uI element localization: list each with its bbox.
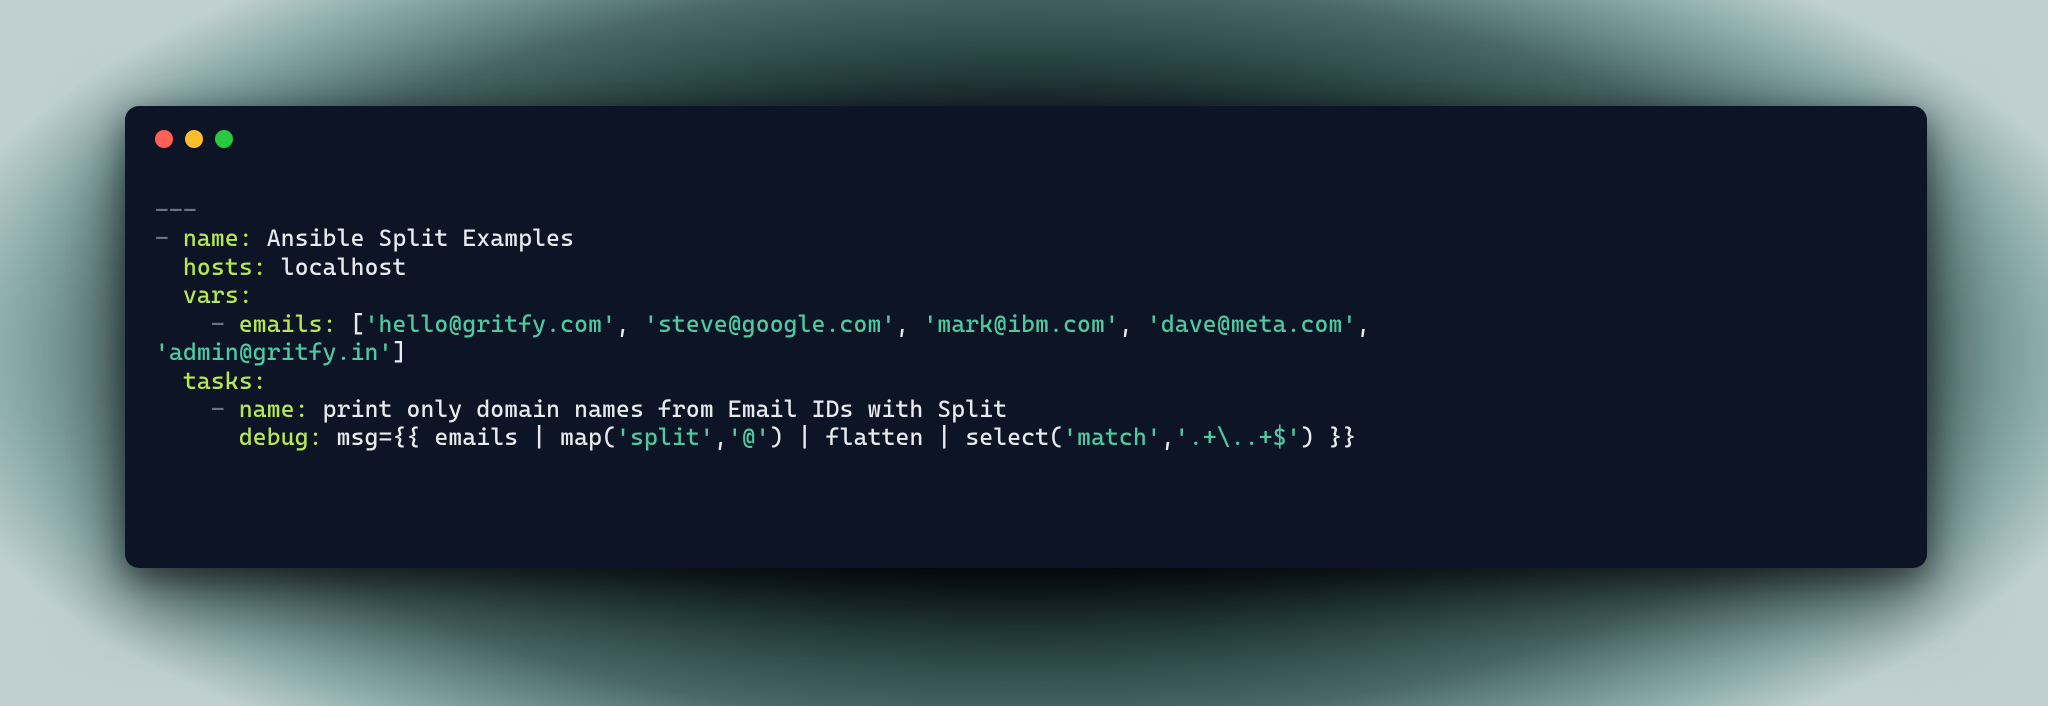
email-4: 'dave@meta.com' bbox=[1147, 310, 1357, 338]
val-name1: Ansible Split Examples bbox=[253, 224, 574, 252]
str-regex: '.+\..+$' bbox=[1175, 423, 1301, 451]
comma: , bbox=[714, 423, 728, 451]
key-hosts: hosts: bbox=[183, 253, 267, 281]
str-split: 'split' bbox=[616, 423, 714, 451]
maximize-icon[interactable] bbox=[215, 130, 233, 148]
open-brace: {{ bbox=[393, 423, 435, 451]
email-3: 'mark@ibm.com' bbox=[923, 310, 1119, 338]
indent bbox=[155, 367, 183, 395]
email-2: 'steve@google.com' bbox=[644, 310, 895, 338]
email-5: 'admin@gritfy.in' bbox=[155, 338, 392, 366]
dash: - bbox=[155, 224, 183, 252]
comma: , bbox=[1356, 310, 1384, 338]
msg-eq: msg= bbox=[323, 423, 393, 451]
close-paren: ) bbox=[770, 423, 784, 451]
indent bbox=[155, 281, 183, 309]
comma: , bbox=[895, 310, 923, 338]
key-tasks: tasks: bbox=[183, 367, 267, 395]
indent bbox=[155, 253, 183, 281]
key-vars: vars: bbox=[183, 281, 253, 309]
key-debug: debug: bbox=[239, 423, 323, 451]
str-match: 'match' bbox=[1063, 423, 1161, 451]
code-window: --- - name: Ansible Split Examples hosts… bbox=[125, 106, 1927, 568]
val-hosts: localhost bbox=[267, 253, 407, 281]
key-name: name: bbox=[183, 224, 253, 252]
comma: , bbox=[1119, 310, 1147, 338]
minimize-icon[interactable] bbox=[185, 130, 203, 148]
yaml-dashes: --- bbox=[155, 196, 197, 224]
comma: , bbox=[1161, 423, 1175, 451]
pipe-flatten: | flatten | select( bbox=[784, 423, 1063, 451]
close-brace: }} bbox=[1315, 423, 1357, 451]
val-name2: print only domain names from Email IDs w… bbox=[309, 395, 1007, 423]
pipe-map: | map( bbox=[518, 423, 616, 451]
close-icon[interactable] bbox=[155, 130, 173, 148]
bracket-open: [ bbox=[337, 310, 365, 338]
key-emails: emails: bbox=[239, 310, 337, 338]
bracket-close: ] bbox=[392, 338, 406, 366]
dash: - bbox=[155, 310, 239, 338]
str-at: '@' bbox=[728, 423, 770, 451]
key-name: name: bbox=[239, 395, 309, 423]
indent bbox=[155, 423, 239, 451]
code-block: --- - name: Ansible Split Examples hosts… bbox=[155, 196, 1897, 452]
emails-var: emails bbox=[434, 423, 518, 451]
close-paren: ) bbox=[1301, 423, 1315, 451]
dash: - bbox=[155, 395, 239, 423]
comma: , bbox=[616, 310, 644, 338]
window-titlebar bbox=[155, 130, 1897, 148]
email-1: 'hello@gritfy.com' bbox=[365, 310, 616, 338]
